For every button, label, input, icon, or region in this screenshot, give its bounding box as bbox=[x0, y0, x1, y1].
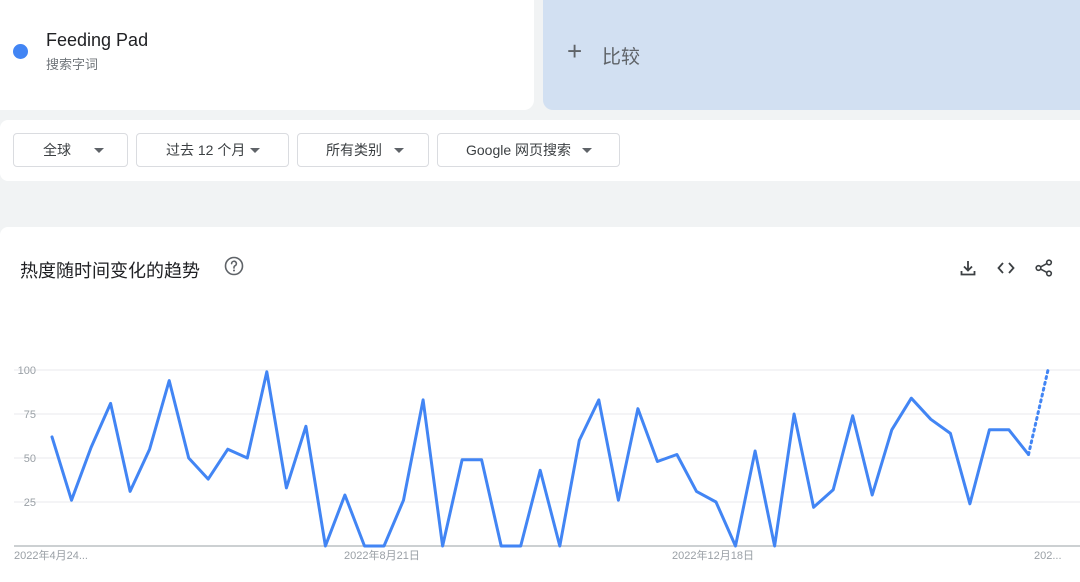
caret-down-icon bbox=[250, 148, 260, 153]
caret-down-icon bbox=[582, 148, 592, 153]
caret-down-icon bbox=[394, 148, 404, 153]
filter-label: 所有类别 bbox=[326, 142, 382, 158]
filter-label: 全球 bbox=[43, 142, 71, 158]
series-color-dot bbox=[13, 44, 28, 59]
search-term-card[interactable]: Feeding Pad 搜索字词 bbox=[0, 0, 534, 110]
y-tick-label: 50 bbox=[24, 453, 36, 465]
x-tick-label: 2022年12月18日 bbox=[672, 548, 754, 562]
filter-label: 过去 12 个月 bbox=[166, 142, 246, 158]
series-partial-segment bbox=[1027, 368, 1050, 456]
interest-over-time-card: 热度随时间变化的趋势 25 50 75 100 2022年4月24... 2022年8月2… bbox=[0, 227, 1080, 582]
caret-down-icon bbox=[94, 148, 104, 153]
search-type-filter-dropdown[interactable]: Google 网页搜索 bbox=[437, 133, 620, 167]
trend-line-chart: 25 50 75 100 2022年4月24... 2022年8月21日 2022年12月1… bbox=[14, 365, 1080, 562]
x-tick-label: 2022年4月24... bbox=[14, 548, 88, 562]
category-filter-dropdown[interactable]: 所有类别 bbox=[297, 133, 429, 167]
series-line bbox=[50, 370, 1030, 548]
compare-button[interactable]: + 比较 bbox=[543, 0, 1080, 110]
y-tick-label: 100 bbox=[18, 365, 36, 377]
search-term-subtitle: 搜索字词 bbox=[46, 57, 99, 72]
plus-icon: + bbox=[567, 36, 583, 66]
y-tick-label: 75 bbox=[24, 409, 36, 421]
y-tick-label: 25 bbox=[24, 497, 36, 509]
x-tick-label: 2022年8月21日 bbox=[344, 548, 420, 562]
compare-label: 比较 bbox=[602, 47, 641, 68]
search-term-name[interactable]: Feeding Pad bbox=[46, 30, 148, 51]
filter-label: Google 网页搜索 bbox=[466, 142, 572, 158]
time-range-filter-dropdown[interactable]: 过去 12 个月 bbox=[136, 133, 289, 167]
x-tick-label: 202... bbox=[1034, 550, 1062, 562]
region-filter-dropdown[interactable]: 全球 bbox=[13, 133, 128, 167]
filter-bar: 全球 过去 12 个月 所有类别 Google 网页搜索 bbox=[0, 120, 1080, 181]
